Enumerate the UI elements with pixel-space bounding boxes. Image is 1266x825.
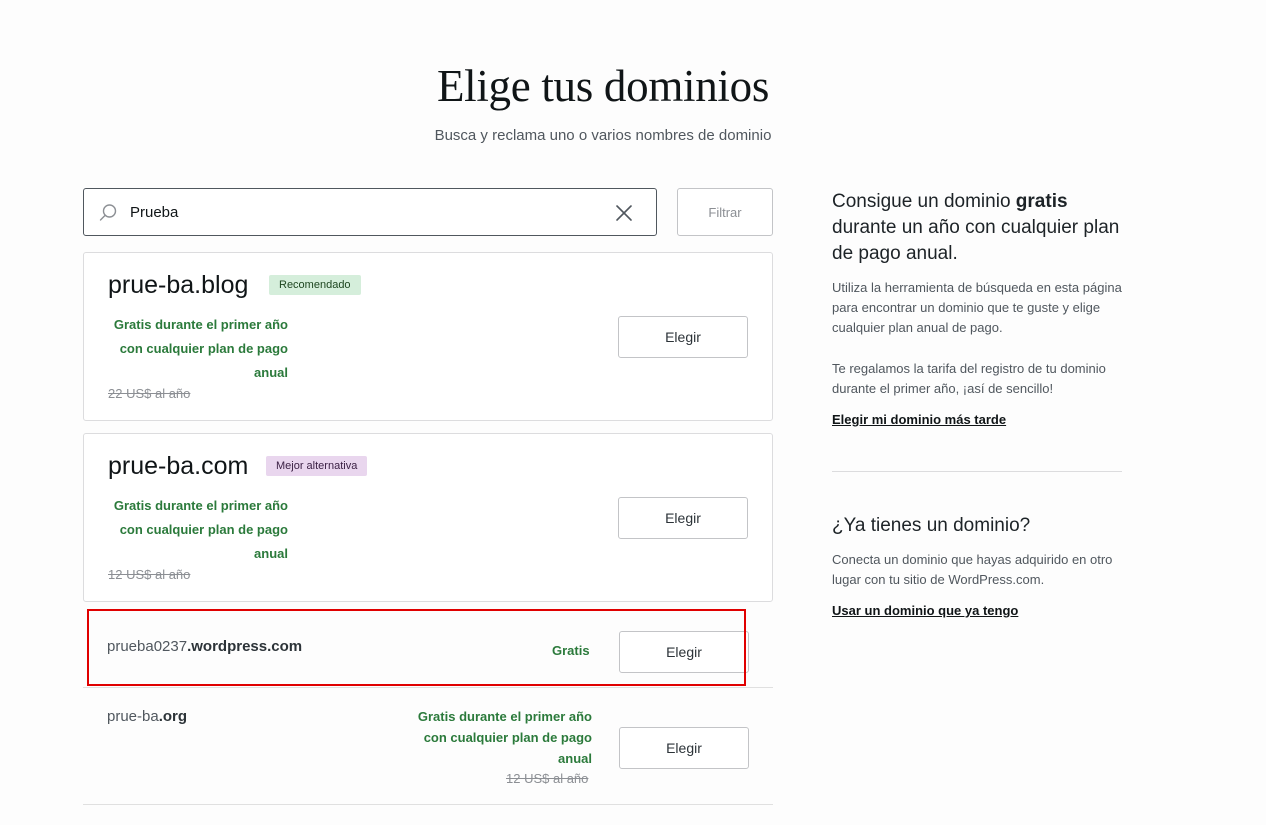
domain-label: prue-ba	[107, 708, 159, 725]
choose-domain-button[interactable]: Elegir	[618, 316, 748, 358]
domain-card-alternative: prue-ba.com Mejor alternativa Gratis dur…	[83, 433, 773, 602]
promo-text: Gratis durante el primer año con cualqui…	[417, 709, 592, 766]
highlight-annotation	[87, 609, 746, 686]
recommended-badge: Recomendado	[269, 275, 361, 295]
heading-bold: gratis	[1015, 191, 1068, 212]
own-domain-heading: ¿Ya tienes un dominio?	[832, 515, 1031, 536]
choose-domain-button[interactable]: Elegir	[619, 727, 749, 769]
filter-button[interactable]: Filtrar	[677, 188, 773, 236]
heading-text: Consigue un dominio	[832, 191, 1016, 212]
own-domain-description: Conecta un dominio que hayas adquirido e…	[832, 552, 1113, 587]
choose-domain-button[interactable]: Elegir	[618, 497, 748, 539]
old-price: 12 US$ al año	[506, 771, 589, 786]
close-icon[interactable]	[614, 203, 634, 223]
free-domain-description: Utiliza la herramienta de búsqueda en es…	[832, 280, 1122, 335]
domain-name: prue-ba.org	[107, 708, 187, 725]
domain-search-input[interactable]	[130, 199, 600, 225]
domain-name: prue-ba.com	[108, 452, 249, 480]
page-subtitle: Busca y reclama uno o varios nombres de …	[434, 127, 772, 144]
page-title: Elige tus dominios	[436, 61, 770, 111]
domain-card-recommended: prue-ba.blog Recomendado Gratis durante …	[83, 252, 773, 421]
promo-text: Gratis durante el primer año con cualqui…	[113, 317, 288, 380]
use-own-domain-link[interactable]: Usar un dominio que ya tengo	[832, 603, 1018, 618]
domain-tld: .org	[158, 708, 188, 725]
free-domain-heading: Consigue un dominio gratis durante un añ…	[832, 189, 1132, 267]
alternative-badge: Mejor alternativa	[266, 456, 368, 476]
heading-text: durante un año con cualquier plan de pag…	[832, 217, 1120, 264]
choose-later-link[interactable]: Elegir mi dominio más tarde	[832, 412, 1006, 427]
search-icon	[99, 204, 117, 221]
divider	[83, 687, 773, 688]
free-domain-note: Te regalamos la tarifa del registro de t…	[832, 361, 1106, 396]
old-price: 22 US$ al año	[108, 386, 191, 401]
domain-name: prue-ba.blog	[108, 271, 249, 299]
domain-search-box[interactable]	[83, 188, 657, 236]
old-price: 12 US$ al año	[108, 567, 191, 582]
sidebar-divider	[832, 471, 1122, 472]
divider	[83, 804, 773, 805]
promo-text: Gratis durante el primer año con cualqui…	[113, 498, 288, 561]
